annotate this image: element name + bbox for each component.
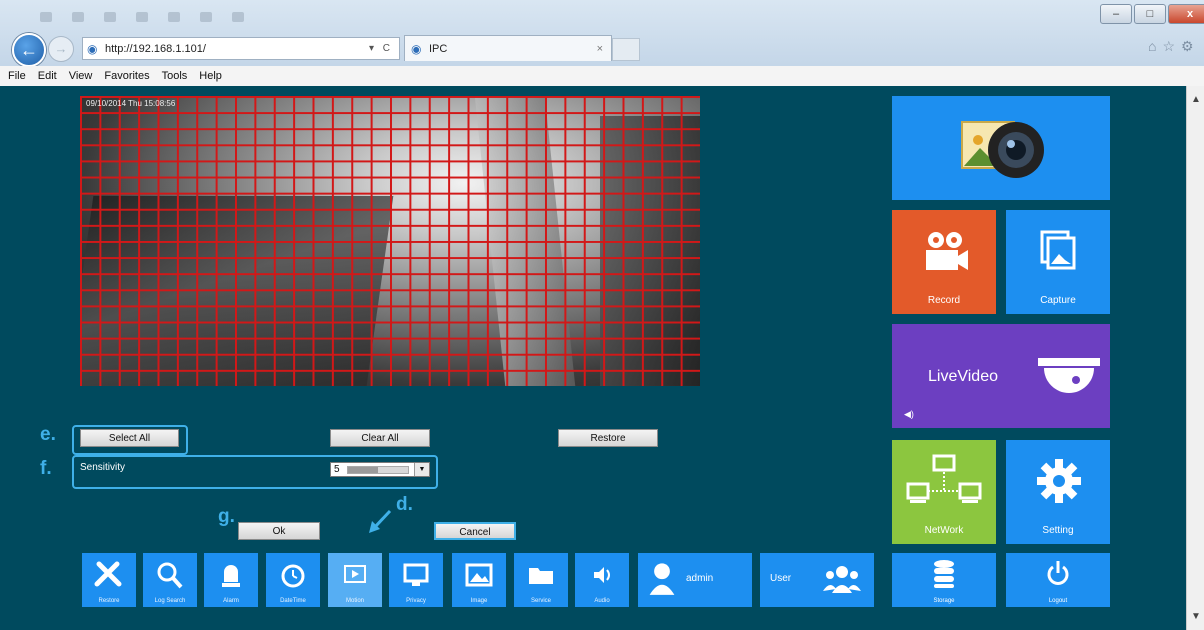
user-label: User bbox=[770, 573, 792, 584]
toolbar-restore[interactable]: Restore bbox=[82, 553, 136, 607]
tile-capture[interactable]: Capture bbox=[1006, 210, 1110, 314]
motion-detection-video[interactable]: 09/10/2014 Thu 15:08:56 bbox=[80, 96, 700, 386]
menu-view[interactable]: View bbox=[69, 70, 93, 82]
menu-favorites[interactable]: Favorites bbox=[104, 70, 149, 82]
search-icon bbox=[157, 562, 183, 589]
admin-label: admin bbox=[686, 573, 714, 584]
toolbar-alarm[interactable]: Alarm bbox=[204, 553, 258, 607]
tools-icon bbox=[94, 561, 122, 587]
annotation-e: e. bbox=[40, 424, 56, 445]
vertical-scrollbar[interactable]: ▲ ▼ bbox=[1186, 86, 1204, 630]
video-timestamp: 09/10/2014 Thu 15:08:56 bbox=[86, 99, 176, 108]
gear-icon bbox=[1037, 459, 1081, 503]
ie-tab-icon: ◉ bbox=[411, 41, 422, 56]
network-label: NetWork bbox=[924, 525, 964, 536]
scroll-up-icon[interactable]: ▲ bbox=[1191, 94, 1201, 105]
toolbar-motion[interactable]: Motion bbox=[328, 553, 382, 607]
tile-storage[interactable]: Storage bbox=[892, 553, 996, 607]
settings-gear-icon[interactable]: ⚙ bbox=[1181, 38, 1194, 55]
annotation-g: g. bbox=[218, 506, 235, 527]
annotation-d: d. bbox=[396, 494, 413, 515]
browser-right-icons: ⌂ ☆ ⚙ bbox=[1148, 38, 1194, 55]
ok-button[interactable]: Ok bbox=[238, 522, 320, 540]
alarm-clock-icon bbox=[281, 564, 305, 588]
toolbar-audio[interactable]: Audio bbox=[575, 553, 629, 607]
forward-button[interactable]: → bbox=[48, 36, 74, 62]
menu-bar: File Edit View Favorites Tools Help bbox=[0, 66, 1204, 87]
sensitivity-value: 5 bbox=[334, 464, 340, 475]
user-icon bbox=[649, 563, 675, 595]
scroll-down-icon[interactable]: ▼ bbox=[1191, 611, 1201, 622]
toolbar-user[interactable]: User bbox=[760, 553, 874, 607]
quick-access-toolbar bbox=[40, 12, 340, 28]
image-icon bbox=[465, 563, 493, 587]
ie-page-icon: ◉ bbox=[87, 41, 98, 56]
favorites-star-icon[interactable]: ☆ bbox=[1162, 38, 1175, 55]
motion-grid[interactable] bbox=[80, 96, 700, 386]
new-tab-button[interactable] bbox=[612, 38, 640, 61]
address-controls[interactable]: ▾ C bbox=[369, 43, 393, 54]
close-window-button[interactable]: x bbox=[1168, 4, 1204, 24]
monitor-icon bbox=[403, 563, 429, 586]
select-all-button[interactable]: Select All bbox=[80, 429, 179, 447]
livevideo-label: LiveVideo bbox=[928, 368, 998, 385]
volume-icon[interactable]: ◀) bbox=[904, 409, 914, 420]
tab-ipc[interactable]: ◉ IPC × bbox=[404, 35, 612, 61]
toolbar-privacy[interactable]: Privacy bbox=[389, 553, 443, 607]
annotation-f: f. bbox=[40, 458, 52, 479]
speaker-icon bbox=[594, 567, 610, 583]
storage-label: Storage bbox=[933, 598, 955, 604]
menu-help[interactable]: Help bbox=[199, 70, 222, 82]
tile-logout[interactable]: Logout bbox=[1006, 553, 1110, 607]
window-controls: – □ x bbox=[1100, 4, 1204, 24]
logout-label: Logout bbox=[1048, 598, 1068, 604]
toolbar-image[interactable]: Image bbox=[452, 553, 506, 607]
tile-snapshot[interactable] bbox=[892, 96, 1110, 200]
tile-network[interactable]: NetWork bbox=[892, 440, 996, 544]
database-icon bbox=[934, 560, 954, 588]
network-icon bbox=[906, 454, 982, 503]
record-label: Record bbox=[927, 295, 961, 306]
toolbar-admin[interactable]: admin bbox=[638, 553, 752, 607]
gallery-icon bbox=[1040, 230, 1076, 270]
restore-button[interactable]: Restore bbox=[558, 429, 658, 447]
camera-photo-icon bbox=[961, 121, 1044, 178]
tile-record[interactable]: Record bbox=[892, 210, 996, 314]
tile-livevideo[interactable]: LiveVideo ◀) bbox=[892, 324, 1110, 428]
capture-label: Capture bbox=[1040, 295, 1076, 306]
sensitivity-label: Sensitivity bbox=[80, 462, 126, 473]
home-icon[interactable]: ⌂ bbox=[1148, 38, 1156, 55]
dome-camera-icon bbox=[1038, 358, 1100, 393]
toolbar-service[interactable]: Service bbox=[514, 553, 568, 607]
tab-close-icon[interactable]: × bbox=[597, 43, 603, 55]
menu-edit[interactable]: Edit bbox=[38, 70, 57, 82]
tile-setting[interactable]: Setting bbox=[1006, 440, 1110, 544]
power-icon bbox=[1047, 561, 1069, 585]
back-button[interactable]: ← bbox=[12, 33, 46, 67]
menu-file[interactable]: File bbox=[8, 70, 26, 82]
url-text: http://192.168.1.101/ bbox=[105, 42, 206, 55]
alarm-light-icon bbox=[222, 565, 240, 587]
toolbar-datetime[interactable]: DateTime bbox=[266, 553, 320, 607]
chevron-down-icon[interactable]: ▼ bbox=[414, 463, 429, 476]
maximize-button[interactable]: □ bbox=[1134, 4, 1166, 24]
menu-tools[interactable]: Tools bbox=[162, 70, 188, 82]
tab-title: IPC bbox=[429, 42, 448, 55]
users-group-icon bbox=[823, 566, 861, 593]
sensitivity-level-bar bbox=[347, 466, 409, 474]
setting-label: Setting bbox=[1042, 525, 1074, 536]
address-bar[interactable]: ◉ http://192.168.1.101/ ▾ C bbox=[82, 37, 400, 60]
folder-icon bbox=[529, 568, 553, 584]
clear-all-button[interactable]: Clear All bbox=[330, 429, 430, 447]
sensitivity-select[interactable]: 5 ▼ bbox=[330, 462, 430, 477]
annotation-arrow-icon bbox=[369, 509, 392, 533]
cancel-button[interactable]: Cancel bbox=[434, 522, 516, 540]
video-camera-icon bbox=[926, 232, 968, 270]
motion-icon bbox=[344, 565, 366, 583]
minimize-button[interactable]: – bbox=[1100, 4, 1132, 24]
toolbar-log-search[interactable]: Log Search bbox=[143, 553, 197, 607]
